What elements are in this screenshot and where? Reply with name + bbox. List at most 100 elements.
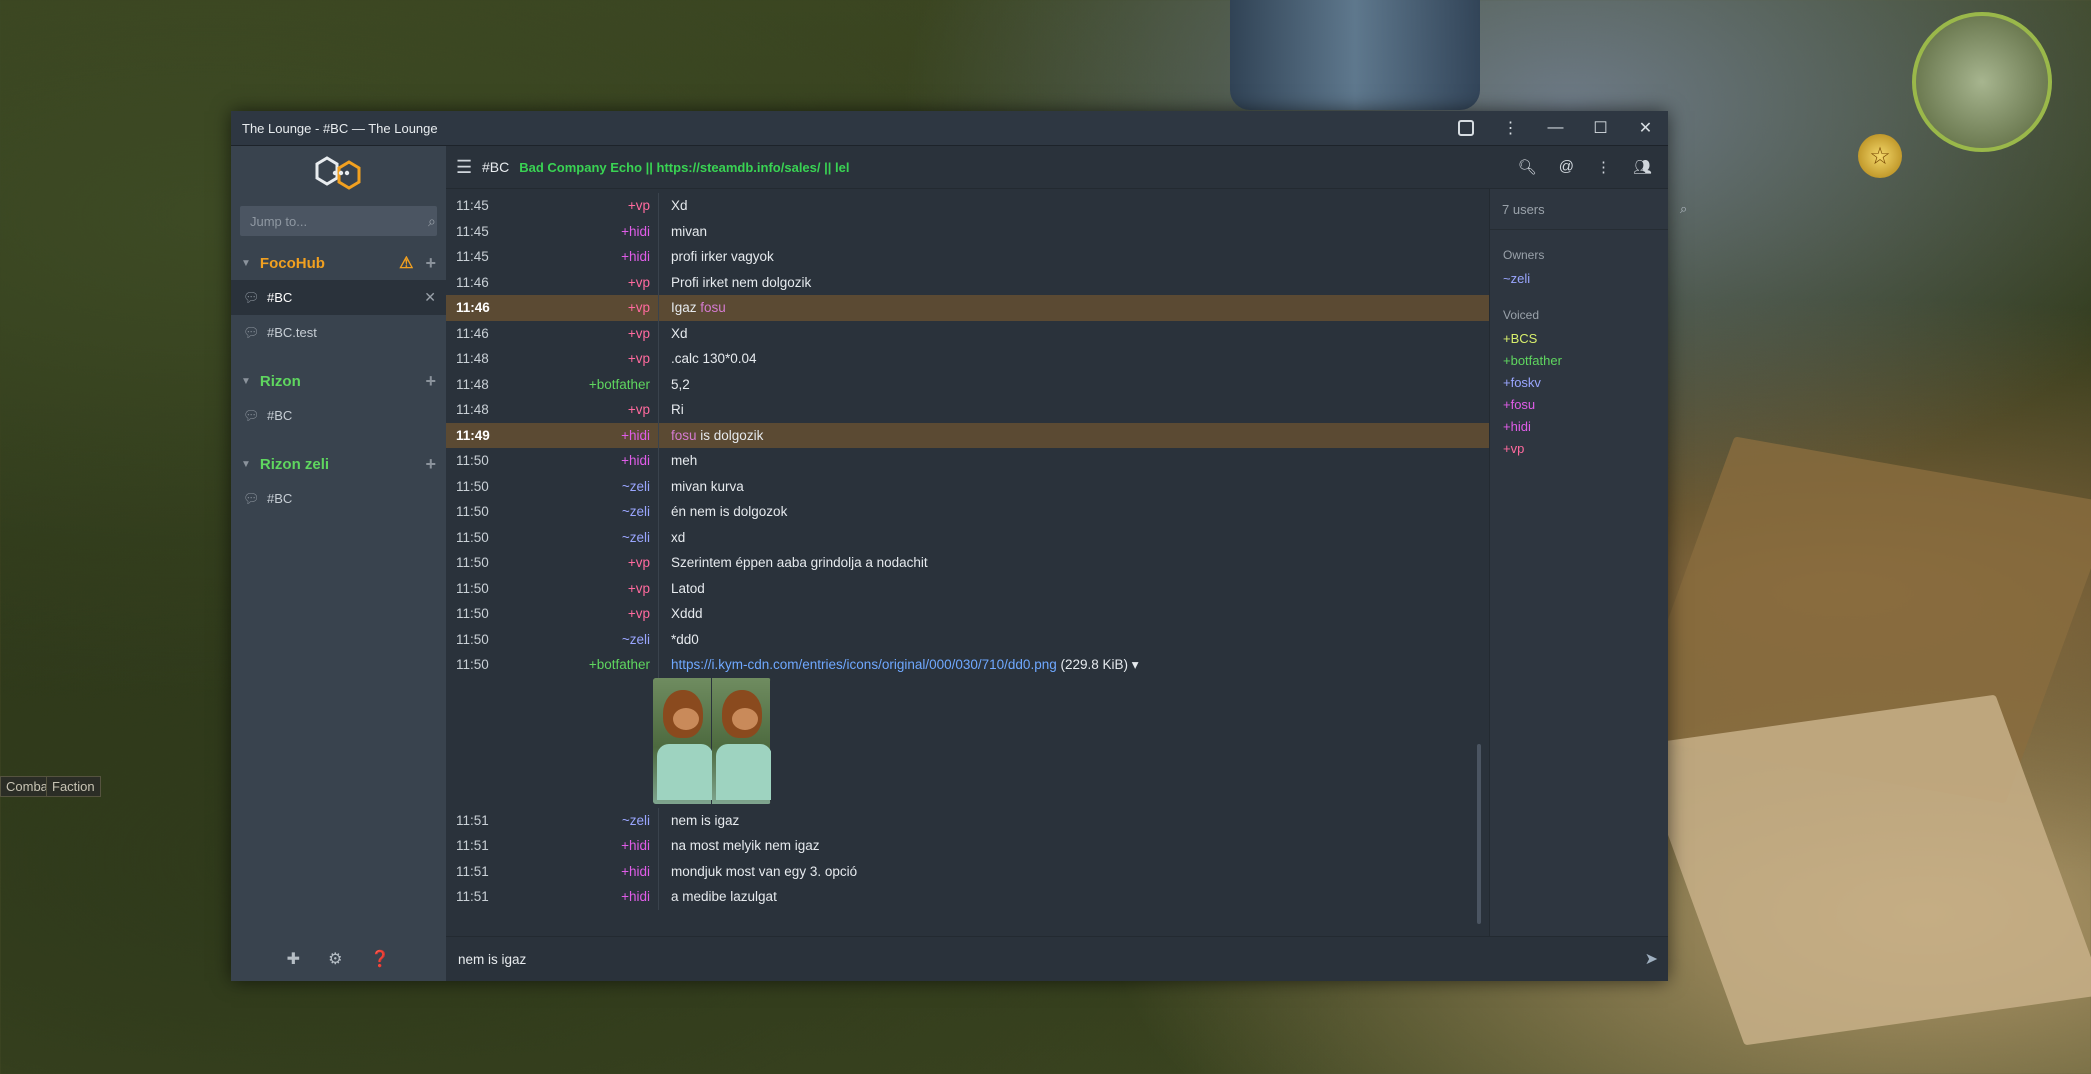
message-row: 11:50 +vp Latod <box>446 575 1489 601</box>
message-nick[interactable]: ~zeli <box>514 530 658 545</box>
user-item[interactable]: +fosu <box>1490 394 1668 416</box>
message-time: 11:50 <box>456 657 489 673</box>
add-channel-icon[interactable]: + <box>425 454 436 475</box>
message-list: 11:45 +vp Xd 11:45 +hidi mivan 11:45 +hidi profi… <box>446 189 1489 936</box>
nick-mention[interactable]: fosu <box>700 300 726 315</box>
search-icon[interactable]: ⌕ <box>1680 201 1687 217</box>
message-nick[interactable]: ~zeli <box>514 479 658 494</box>
message-nick[interactable]: +hidi <box>514 838 658 853</box>
message-nick[interactable]: ~zeli <box>514 632 658 647</box>
sidebar: ⌕ ▼ FocoHub ⚠ + 💬︎ #BC ✕ 💬︎ #BC.test ▼ Rizon + 💬︎ #BC… <box>231 146 446 981</box>
channel-item[interactable]: 💬︎ #BC.test <box>231 315 446 350</box>
message-nick[interactable]: +hidi <box>514 453 658 468</box>
message-time: 11:45 <box>456 249 489 265</box>
message-text: én nem is dolgozok <box>671 504 788 520</box>
message-nick[interactable]: +vp <box>514 326 658 341</box>
message-time: 11:50 <box>456 478 489 494</box>
column-divider <box>658 524 659 550</box>
extension-icon[interactable] <box>1443 111 1488 145</box>
message-nick[interactable]: +vp <box>514 275 658 290</box>
kebab-menu-icon[interactable]: ⋮ <box>1596 158 1611 176</box>
message-input[interactable] <box>456 950 1645 968</box>
user-search-input[interactable] <box>1500 200 1680 218</box>
add-channel-icon[interactable]: + <box>425 253 436 274</box>
message-link[interactable]: https://i.kym-cdn.com/entries/icons/orig… <box>671 657 1057 672</box>
network-header[interactable]: ▼ FocoHub ⚠ + <box>231 246 446 280</box>
message-nick[interactable]: +hidi <box>514 249 658 264</box>
column-divider <box>658 626 659 652</box>
channel-topic[interactable]: Bad Company Echo || https://steamdb.info… <box>519 160 1517 175</box>
channel-header: ☰ #BC Bad Company Echo || https://steamd… <box>446 146 1668 189</box>
close-channel-icon[interactable]: ✕ <box>424 289 436 306</box>
image-preview[interactable] <box>653 677 771 804</box>
search-icon[interactable]: 🔍︎ <box>1518 158 1537 176</box>
user-item[interactable]: +hidi <box>1490 416 1668 438</box>
message-nick[interactable]: +vp <box>514 300 658 315</box>
user-list: ⌕ Owners~zeliVoiced+BCS+botfather+foskv+… <box>1489 189 1687 936</box>
user-item[interactable]: +BCS <box>1490 328 1668 350</box>
user-item[interactable]: ~zeli <box>1490 268 1668 290</box>
message-nick[interactable]: ~zeli <box>514 813 658 828</box>
message-row: 11:50 +hidi meh <box>446 448 1489 474</box>
message-row: 11:50 ~zeli én nem is dolgozok <box>446 499 1489 525</box>
add-network-icon[interactable]: ✚ <box>287 949 300 969</box>
star-icon[interactable]: ☆ <box>1858 134 1902 178</box>
message-text: fosu is dolgozik <box>671 427 764 443</box>
message-nick[interactable]: +vp <box>514 402 658 417</box>
maximize-button[interactable]: ☐ <box>1578 111 1623 145</box>
message-text: Szerintem éppen aaba grindolja a nodachi… <box>671 555 928 571</box>
mentions-icon[interactable]: @ <box>1559 158 1574 176</box>
message-text: meh <box>671 453 698 469</box>
message-nick[interactable]: +hidi <box>514 864 658 879</box>
settings-gear-icon[interactable]: ⚙ <box>328 949 342 969</box>
user-search-box[interactable]: ⌕ <box>1490 189 1687 230</box>
caret-down-icon[interactable]: ▼ <box>241 459 251 470</box>
message-text: nem is igaz <box>671 812 740 828</box>
message-nick[interactable]: +hidi <box>514 428 658 443</box>
help-icon[interactable]: ❓ <box>370 949 390 969</box>
user-item[interactable]: +foskv <box>1490 372 1668 394</box>
jump-to-box[interactable]: ⌕ <box>240 206 437 236</box>
minimize-button[interactable]: — <box>1533 111 1578 145</box>
message-nick[interactable]: +hidi <box>514 224 658 239</box>
column-divider <box>658 652 659 678</box>
channel-item[interactable]: 💬︎ #BC ✕ <box>231 280 446 315</box>
message-nick[interactable]: +botfather <box>514 377 658 392</box>
message-nick[interactable]: ~zeli <box>514 504 658 519</box>
message-nick[interactable]: +hidi <box>514 889 658 904</box>
message-nick[interactable]: +vp <box>514 555 658 570</box>
message-nick[interactable]: +vp <box>514 606 658 621</box>
jump-to-input[interactable] <box>248 212 428 230</box>
caret-down-icon[interactable]: ▾ <box>1128 657 1139 672</box>
composer: ➤ <box>446 936 1668 981</box>
users-icon[interactable]: 👥︎ <box>1633 158 1652 176</box>
hamburger-menu-icon[interactable]: ☰ <box>456 157 482 178</box>
caret-down-icon[interactable]: ▼ <box>241 376 251 387</box>
message-nick[interactable]: +vp <box>514 581 658 596</box>
roof-shape <box>1625 436 2091 804</box>
search-icon[interactable]: ⌕ <box>428 213 436 230</box>
network-header[interactable]: ▼ Rizon zeli + <box>231 447 446 481</box>
kebab-menu-icon[interactable]: ⋮ <box>1488 111 1533 145</box>
close-button[interactable]: ✕ <box>1623 111 1668 145</box>
user-item[interactable]: +botfather <box>1490 350 1668 372</box>
message-nick[interactable]: +botfather <box>514 657 658 672</box>
message-text: Xd <box>671 198 688 214</box>
user-item[interactable]: +vp <box>1490 438 1668 460</box>
game-tab-faction[interactable]: Faction <box>46 776 101 797</box>
scrollbar[interactable] <box>1477 744 1481 924</box>
column-divider <box>658 473 659 499</box>
image-preview-row <box>446 677 1489 808</box>
nick-mention[interactable]: fosu <box>671 428 697 443</box>
channel-item[interactable]: 💬︎ #BC <box>231 398 446 433</box>
caret-down-icon[interactable]: ▼ <box>241 258 251 269</box>
network-header[interactable]: ▼ Rizon + <box>231 364 446 398</box>
message-nick[interactable]: +vp <box>514 351 658 366</box>
channel-item[interactable]: 💬︎ #BC <box>231 481 446 516</box>
send-icon[interactable]: ➤ <box>1645 949 1658 969</box>
user-group-label: Owners <box>1503 248 1545 262</box>
add-channel-icon[interactable]: + <box>425 371 436 392</box>
column-divider <box>658 397 659 423</box>
message-nick[interactable]: +vp <box>514 198 658 213</box>
game-minimap <box>1912 12 2052 152</box>
